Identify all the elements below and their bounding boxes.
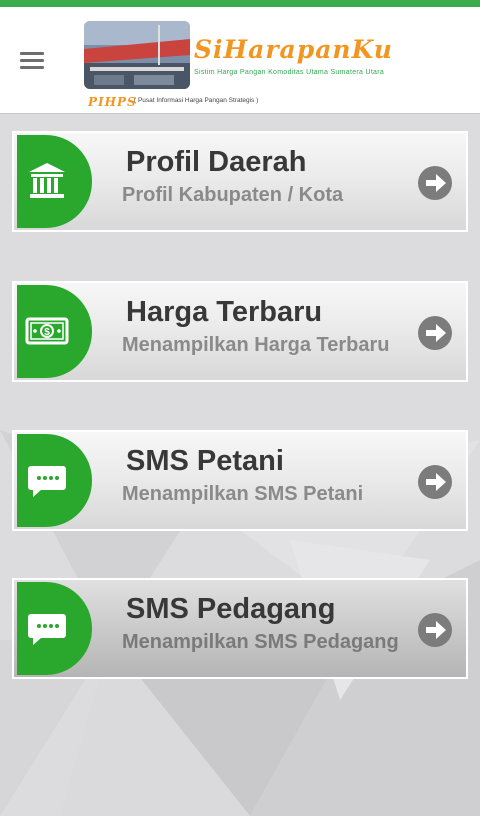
- bank-icon: [29, 163, 65, 198]
- background-pattern: [0, 0, 480, 816]
- arrow-right-icon[interactable]: [418, 465, 452, 499]
- app-logo: SiHarapanKu Sistim Harga Pangan Komodita…: [84, 21, 400, 109]
- menu-card-harga-terbaru[interactable]: $ Harga Terbaru Menampilkan Harga Terbar…: [12, 281, 468, 382]
- card-subtitle: Menampilkan Harga Terbaru: [122, 334, 390, 356]
- app-header: SiHarapanKu Sistim Harga Pangan Komodita…: [0, 7, 480, 114]
- card-icon-badge: [17, 135, 92, 228]
- card-subtitle: Menampilkan SMS Pedagang: [122, 631, 399, 653]
- menu-card-profil-daerah[interactable]: Profil Daerah Profil Kabupaten / Kota: [12, 131, 468, 232]
- arrow-right-icon[interactable]: [418, 166, 452, 200]
- top-accent-bar: [0, 0, 480, 7]
- logo-photo: [84, 21, 190, 89]
- card-icon-badge: [17, 434, 92, 527]
- card-title: SMS Petani: [126, 445, 284, 477]
- logo-pihps-description: ( Pusat Informasi Harga Pangan Strategis…: [134, 97, 259, 104]
- logo-pihps: PIHPS: [88, 95, 137, 109]
- menu-card-sms-pedagang[interactable]: SMS Pedagang Menampilkan SMS Pedagang: [12, 578, 468, 679]
- logo-subtitle: Sistim Harga Pangan Komoditas Utama Suma…: [194, 69, 385, 76]
- arrow-right-icon[interactable]: [418, 316, 452, 350]
- menu-icon[interactable]: [20, 52, 44, 70]
- card-subtitle: Menampilkan SMS Petani: [122, 483, 364, 505]
- card-subtitle: Profil Kabupaten / Kota: [122, 184, 344, 206]
- card-title: SMS Pedagang: [126, 593, 336, 625]
- money-icon: $: [25, 317, 69, 345]
- menu-card-sms-petani[interactable]: SMS Petani Menampilkan SMS Petani: [12, 430, 468, 531]
- message-icon: [28, 466, 66, 497]
- card-title: Profil Daerah: [126, 146, 307, 178]
- card-title: Harga Terbaru: [126, 296, 323, 328]
- card-icon-badge: [17, 582, 92, 675]
- svg-text:$: $: [44, 327, 50, 338]
- logo-title: SiHarapanKu: [194, 35, 393, 64]
- message-icon: [28, 614, 66, 645]
- arrow-right-icon[interactable]: [418, 613, 452, 647]
- card-icon-badge: $: [17, 285, 92, 378]
